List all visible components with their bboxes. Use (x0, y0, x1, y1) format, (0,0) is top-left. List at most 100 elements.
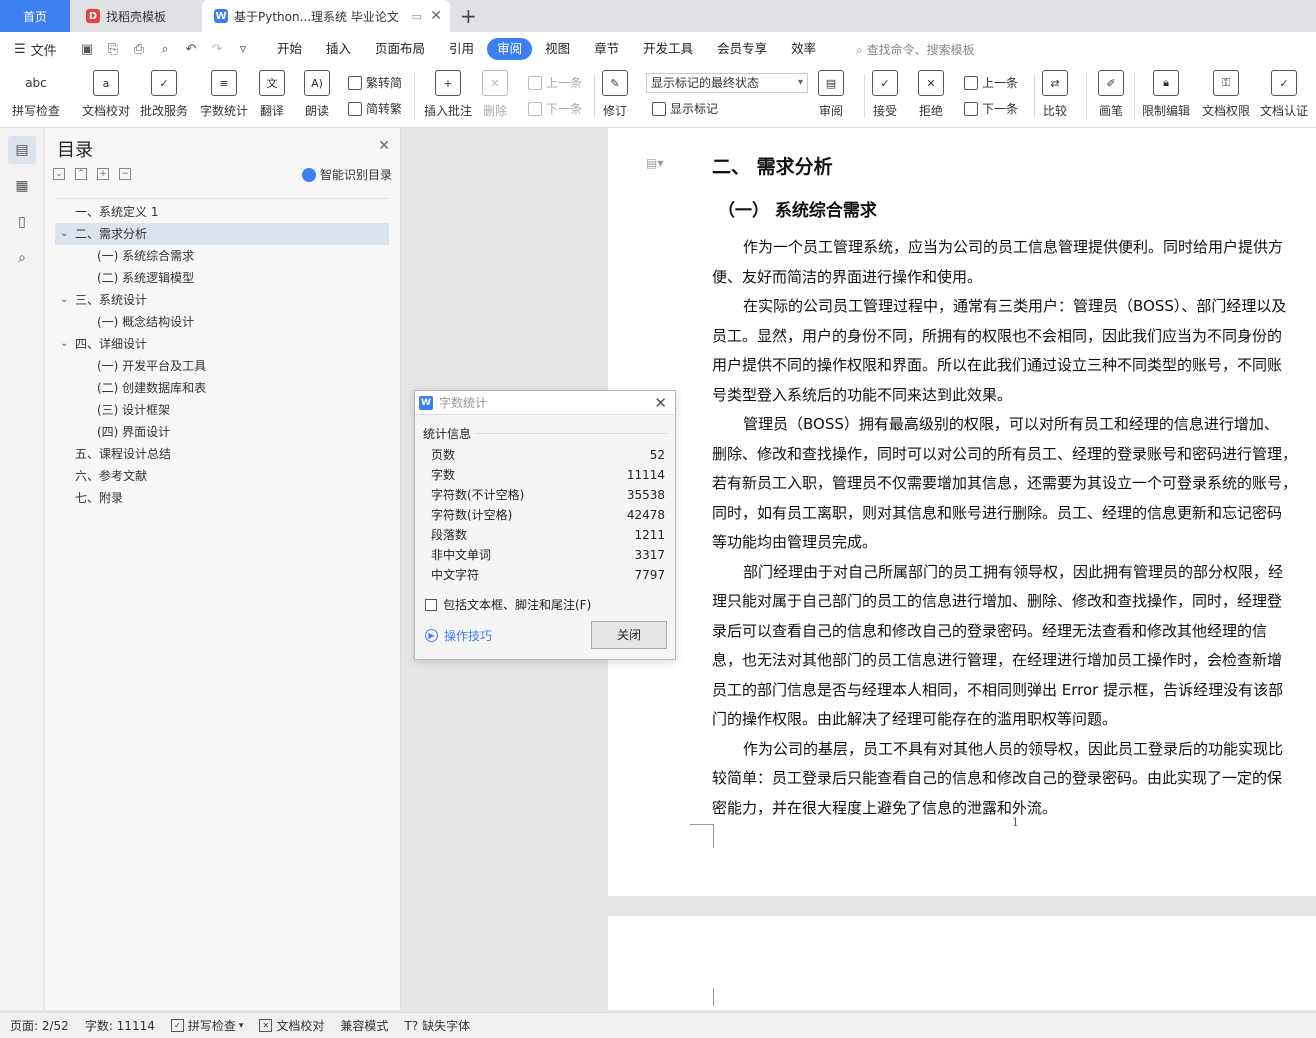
delete-comment-button[interactable]: ✕ 删除 (482, 70, 508, 119)
reject-button[interactable]: ✕ 拒绝 (918, 70, 944, 119)
include-textbox-checkbox[interactable]: 包括文本框、脚注和尾注(F) (425, 596, 591, 613)
missing-font-status[interactable]: T? 缺失字体 (404, 1017, 470, 1034)
toc-item-label: 七、附录 (75, 491, 124, 505)
accept-button[interactable]: ✓ 接受 (872, 70, 898, 119)
compare-button[interactable]: ⇄ 比较 (1042, 70, 1068, 119)
show-markup-button[interactable]: 显示标记 (652, 100, 718, 117)
next-change-button[interactable]: 下一条 (964, 100, 1018, 117)
display-mode-select[interactable]: 显示标记的最终状态 (646, 73, 808, 93)
page-indicator[interactable]: 页面: 2/52 (10, 1017, 69, 1034)
menu-tab-1[interactable]: 插入 (315, 38, 362, 60)
restrict-edit-button[interactable]: 🔒︎ 限制编辑 (1142, 70, 1190, 119)
translate-button[interactable]: 文翻译 (259, 70, 285, 119)
prev-comment-button[interactable]: 上一条 (528, 74, 582, 91)
menu-tab-2[interactable]: 页面布局 (364, 38, 436, 60)
close-icon[interactable]: ✕ (654, 394, 667, 412)
insert-comment-icon: + (435, 70, 461, 96)
word-count-dialog: W 字数统计 ✕ 统计信息 页数 52 字数 11114 字符数(不计空格) 35538 字… (414, 390, 676, 660)
close-icon[interactable]: ✕ (378, 138, 390, 154)
menu-tab-0[interactable]: 开始 (266, 38, 313, 60)
file-menu[interactable]: ☰ 文件 (0, 40, 70, 59)
prev-change-button[interactable]: 上一条 (964, 74, 1018, 91)
redo-icon[interactable]: ↷ (208, 42, 226, 57)
chapter-nav-icon[interactable]: ▦ (8, 172, 36, 200)
print-preview-icon[interactable]: ⌕ (156, 42, 174, 57)
toc-item[interactable]: 六、参考文献 (55, 465, 389, 487)
toc-item[interactable]: ⌄ 四、详细设计 (55, 333, 389, 355)
menu-tab-5[interactable]: 视图 (534, 38, 581, 60)
toc-item[interactable]: ⌄ 二、需求分析 (55, 223, 389, 245)
toc-item[interactable]: (一) 概念结构设计 (55, 311, 389, 333)
review-service-button[interactable]: ✓ 批改服务 (140, 70, 188, 119)
add-icon[interactable]: + (97, 168, 109, 180)
export-pdf-icon[interactable]: ⎘ (104, 42, 122, 57)
tab-home[interactable]: 首页 (0, 0, 70, 32)
customize-chevron-icon[interactable]: ▿ (234, 42, 252, 57)
menu-tab-9[interactable]: 效率 (780, 38, 827, 60)
trad-to-simp-button[interactable]: 繁转简 (348, 74, 402, 91)
toc-item[interactable]: 七、附录 (55, 487, 389, 509)
toc-item[interactable]: 五、课程设计总结 (55, 443, 389, 465)
simp-to-trad-button[interactable]: 简转繁 (348, 100, 402, 117)
body-text-line: 若有新员工入职，管理员不仅需要增加其信息，还需要为其设立一个可登录系统的账号， (712, 474, 1298, 492)
undo-icon[interactable]: ↶ (182, 42, 200, 57)
outline-icon[interactable]: ▤ (8, 136, 36, 164)
toc-item[interactable]: ⌄ 三、系统设计 (55, 289, 389, 311)
read-aloud-button[interactable]: A) 朗读 (304, 70, 330, 119)
ink-button[interactable]: ✐ 画笔 (1098, 70, 1124, 119)
print-icon[interactable]: ⎙ (130, 42, 148, 57)
next-comment-button[interactable]: 下一条 (528, 100, 582, 117)
ribbon-divider (1034, 74, 1035, 118)
document-page[interactable]: ▤▾ 二、 需求分析 （一） 系统综合需求 作为一个员工管理系统，应当为公司的员… (608, 128, 1316, 896)
menu-tab-4[interactable]: 审阅 (487, 38, 533, 60)
chevron-down-icon[interactable]: ⌄ (60, 289, 68, 311)
review-pane-button[interactable]: ▤ 审阅 (818, 70, 844, 119)
dialog-titlebar[interactable]: W 字数统计 (415, 391, 675, 415)
compat-mode-status[interactable]: 兼容模式 (340, 1017, 388, 1034)
tab-template[interactable]: D 找稻壳模板 (72, 0, 198, 32)
document-page-next[interactable] (608, 916, 1316, 1010)
search-icon[interactable]: ⌕ (8, 244, 36, 272)
save-icon[interactable]: ▣ (78, 42, 96, 57)
expand-icon[interactable]: ⌄ (53, 168, 65, 180)
chevron-down-icon[interactable]: ⌄ (60, 333, 68, 355)
toc-item[interactable]: (一) 开发平台及工具 (55, 355, 389, 377)
bookmark-icon[interactable]: ▯ (8, 208, 36, 236)
spell-check-button[interactable]: abc 拼写检查 (12, 70, 60, 119)
toc-item[interactable]: (一) 系统综合需求 (55, 245, 389, 267)
toc-item[interactable]: (三) 设计框架 (55, 399, 389, 421)
menu-tab-3[interactable]: 引用 (438, 38, 485, 60)
tips-link[interactable]: ▶ 操作技巧 (425, 627, 492, 644)
review-pane-icon: ▤ (818, 70, 844, 96)
word-count-indicator[interactable]: 字数: 11114 (85, 1017, 155, 1034)
doc-proof-status[interactable]: ✕ 文档校对 (259, 1017, 324, 1034)
toc-item[interactable]: (四) 界面设计 (55, 421, 389, 443)
toc-item-label: (一) 概念结构设计 (97, 315, 195, 329)
float-window-icon[interactable]: ▭ (412, 10, 422, 23)
toc-item[interactable]: (二) 创建数据库和表 (55, 377, 389, 399)
collapse-icon[interactable]: ⌃ (75, 168, 87, 180)
spell-check-status[interactable]: ✓ 拼写检查 ▾ (170, 1017, 243, 1034)
toc-item[interactable]: 一、系统定义 1 (55, 201, 389, 223)
tab-document[interactable]: W 基于Python...理系统 毕业论文 ▭ ✕ (202, 0, 450, 32)
doc-permission-button[interactable]: ⚿ 文档权限 (1202, 70, 1250, 119)
menu-tab-7[interactable]: 开发工具 (632, 38, 704, 60)
paragraph-layout-icon[interactable]: ▤▾ (646, 156, 663, 170)
command-search[interactable]: ⌕ 查找命令、搜索模板 (856, 41, 975, 58)
insert-comment-button[interactable]: + 插入批注 (424, 70, 472, 119)
doc-cert-button[interactable]: ✓ 文档认证 (1260, 70, 1308, 119)
new-tab-icon[interactable]: + (460, 4, 477, 28)
menu-tab-6[interactable]: 章节 (583, 38, 630, 60)
chevron-down-icon[interactable]: ⌄ (60, 223, 68, 245)
close-button[interactable]: 关闭 (591, 621, 667, 649)
close-tab-icon[interactable]: ✕ (430, 8, 442, 24)
smart-toc-button[interactable]: 智能识别目录 (301, 166, 392, 183)
menu-tab-8[interactable]: 会员专享 (706, 38, 778, 60)
minus-icon[interactable]: − (119, 168, 131, 180)
word-count-button[interactable]: ≡ 字数统计 (200, 70, 248, 119)
restrict-edit-label: 限制编辑 (1142, 104, 1191, 118)
doc-proof-button[interactable]: a 文档校对 (82, 70, 130, 119)
track-changes-button[interactable]: ✎ 修订 (602, 70, 628, 119)
toc-item[interactable]: (二) 系统逻辑模型 (55, 267, 389, 289)
review-pane-label: 审阅 (818, 104, 843, 118)
